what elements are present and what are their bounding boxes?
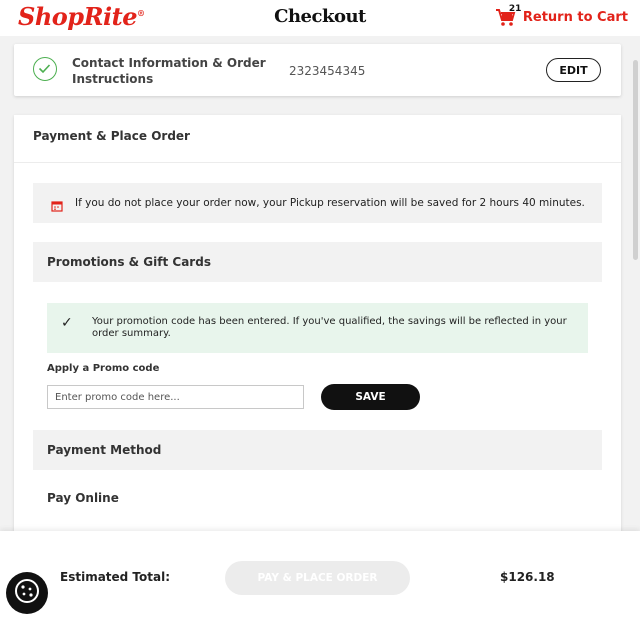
payment-section-title: Payment & Place Order (33, 129, 190, 143)
payment-method-title: Payment Method (47, 443, 162, 457)
payment-method-header: Payment Method (33, 430, 602, 470)
contact-phone: 2323454345 (289, 64, 366, 78)
cookie-settings-button[interactable] (6, 572, 48, 614)
calendar-icon (51, 197, 63, 212)
edit-button[interactable]: EDIT (546, 58, 601, 82)
promo-success-text: Your promotion code has been entered. If… (92, 316, 567, 339)
estimated-total-label: Estimated Total: (60, 570, 171, 584)
contact-info-title: Contact Information & Order Instructions (72, 56, 266, 86)
scrollbar[interactable] (633, 60, 638, 260)
cart-count-badge: 21 (508, 4, 522, 14)
header: ShopRite® Checkout 21 Return to Cart (0, 0, 640, 36)
cart-icon: 21 (495, 4, 521, 28)
cookie-icon (12, 576, 42, 610)
promo-code-input[interactable] (47, 385, 304, 409)
promotions-title: Promotions & Gift Cards (47, 255, 211, 269)
divider (14, 162, 621, 163)
promo-code-label: Apply a Promo code (47, 363, 160, 374)
contact-info-card: Contact Information & Order Instructions… (14, 44, 621, 96)
promo-success-message: ✓ Your promotion code has been entered. … (47, 303, 588, 353)
reservation-text: If you do not place your order now, your… (75, 197, 585, 209)
return-to-cart-label: Return to Cart (522, 9, 628, 25)
save-promo-button[interactable]: SAVE (321, 384, 420, 410)
pay-place-order-button[interactable]: PAY & PLACE ORDER (225, 561, 410, 595)
checkmark-icon: ✓ (61, 315, 73, 331)
pay-online-label: Pay Online (47, 491, 119, 505)
check-circle-icon (33, 57, 57, 81)
reservation-notice: If you do not place your order now, your… (33, 183, 602, 223)
order-footer: Estimated Total: PAY & PLACE ORDER $126.… (0, 531, 640, 622)
estimated-total-value: $126.18 (500, 570, 555, 584)
return-to-cart-link[interactable]: 21 Return to Cart (495, 4, 628, 28)
promotions-header[interactable]: Promotions & Gift Cards (33, 242, 602, 282)
